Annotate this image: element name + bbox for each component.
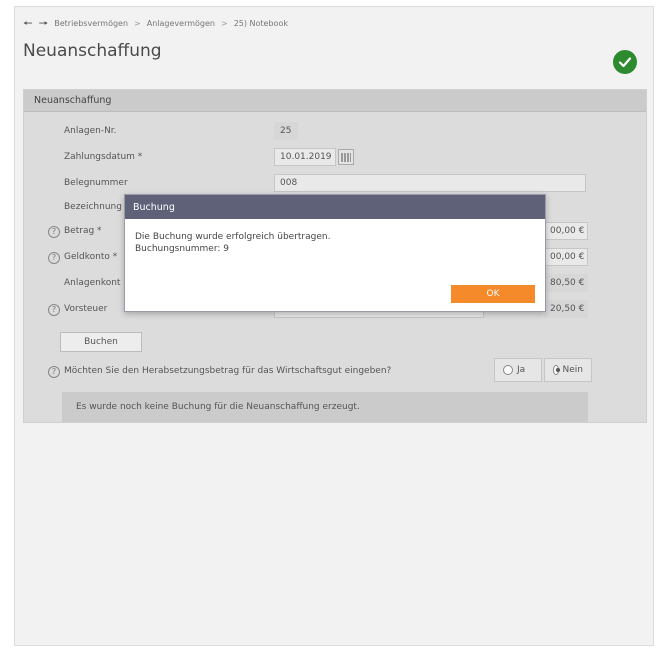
- radio-nein-circle[interactable]: [553, 365, 560, 375]
- help-icon[interactable]: ?: [48, 226, 60, 238]
- breadcrumb-item-betriebsvermoegen[interactable]: Betriebsvermögen: [54, 19, 128, 28]
- breadcrumb-item-notebook[interactable]: 25) Notebook: [234, 19, 288, 28]
- vorsteuer-value: 20,50 €: [544, 300, 588, 318]
- info-message: Es wurde noch keine Buchung für die Neua…: [62, 392, 588, 422]
- dialog-title: Buchung: [125, 195, 545, 219]
- buchung-dialog: Buchung Die Buchung wurde erfolgreich üb…: [124, 194, 546, 312]
- betrag-input[interactable]: 00,00 €: [544, 222, 588, 240]
- help-icon[interactable]: ?: [48, 304, 60, 316]
- anlagen-nr-label: Anlagen-Nr.: [64, 126, 117, 136]
- bezeichnung-label: Bezeichnung: [64, 202, 122, 212]
- breadcrumb: 🠔 🠖 Betriebsvermögen > Anlagevermögen > …: [23, 15, 288, 31]
- page-title: Neuanschaffung: [23, 41, 162, 61]
- dialog-body: Die Buchung wurde erfolgreich übertragen…: [125, 219, 545, 267]
- dialog-booking-number: Buchungsnummer: 9: [135, 244, 229, 254]
- buchen-button[interactable]: Buchen: [60, 332, 142, 352]
- belegnummer-label: Belegnummer: [64, 178, 128, 188]
- page-frame: 🠔 🠖 Betriebsvermögen > Anlagevermögen > …: [14, 6, 654, 646]
- help-icon[interactable]: ?: [48, 366, 60, 378]
- radio-ja[interactable]: Ja: [494, 358, 542, 382]
- success-check-icon: [613, 50, 637, 74]
- breadcrumb-separator: >: [220, 18, 228, 28]
- help-icon[interactable]: ?: [48, 252, 60, 264]
- zahlungsdatum-label: Zahlungsdatum *: [64, 152, 143, 162]
- dialog-message: Die Buchung wurde erfolgreich übertragen…: [135, 232, 331, 242]
- vorsteuer-label: Vorsteuer: [64, 304, 108, 314]
- anlagenkonto-label: Anlagenkont: [64, 278, 121, 288]
- radio-nein[interactable]: Nein: [544, 358, 592, 382]
- anlagen-nr-value: 25: [274, 122, 298, 140]
- ok-button[interactable]: OK: [451, 285, 535, 303]
- zahlungsdatum-input[interactable]: 10.01.2019: [274, 148, 336, 166]
- forward-arrow-icon[interactable]: 🠖: [39, 18, 49, 29]
- radio-nein-label: Nein: [562, 365, 583, 375]
- betrag-label: Betrag *: [64, 226, 102, 236]
- radio-ja-circle[interactable]: [503, 365, 513, 375]
- back-arrow-icon[interactable]: 🠔: [23, 18, 33, 29]
- geldkonto-value[interactable]: 00,00 €: [544, 248, 588, 266]
- question-text: Möchten Sie den Herabsetzungsbetrag für …: [64, 366, 392, 376]
- panel-title: Neuanschaffung: [24, 90, 646, 112]
- radio-ja-label: Ja: [517, 365, 526, 375]
- anlagenkonto-value: 80,50 €: [544, 274, 588, 292]
- breadcrumb-separator: >: [134, 18, 141, 28]
- belegnummer-input[interactable]: 008: [274, 174, 586, 192]
- calendar-icon[interactable]: [338, 149, 354, 165]
- breadcrumb-item-anlagevermoegen[interactable]: Anlagevermögen: [147, 19, 215, 28]
- geldkonto-label: Geldkonto *: [64, 252, 118, 262]
